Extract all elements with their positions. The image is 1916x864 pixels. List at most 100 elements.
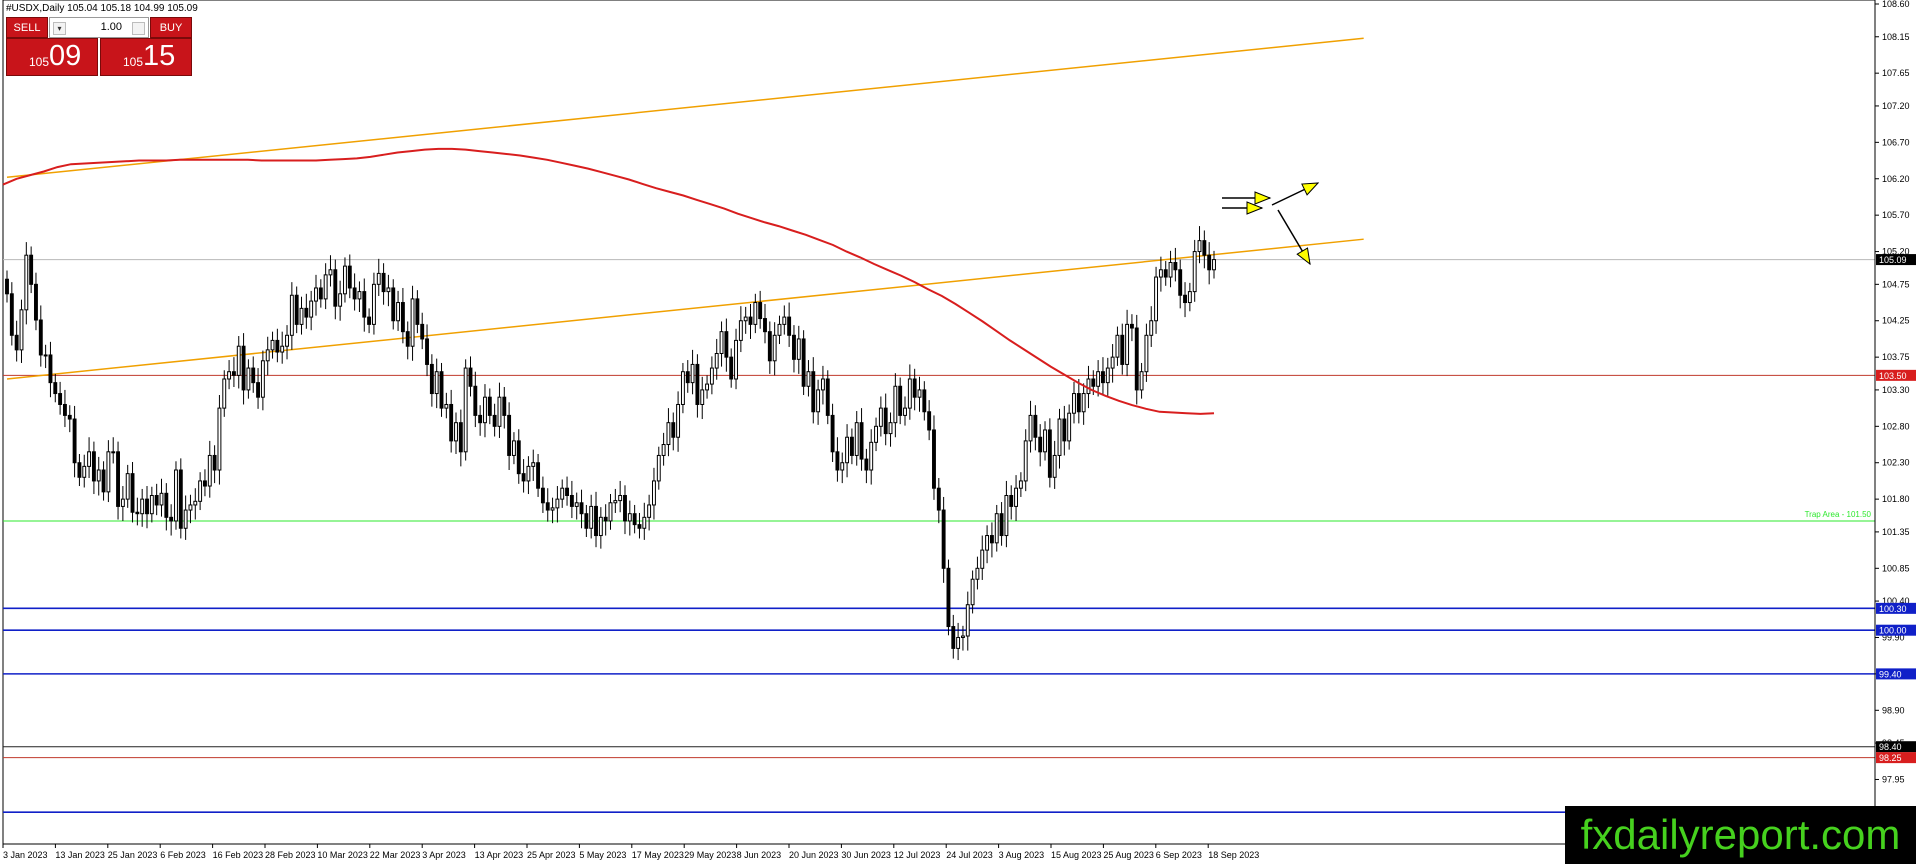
candle-body-down: [439, 371, 444, 409]
candle-body-up: [526, 465, 531, 482]
candle-body-down: [922, 389, 927, 413]
candle-body-up: [753, 302, 758, 325]
candle-body-up: [1125, 323, 1130, 365]
candle-body-down: [801, 338, 806, 387]
price-tick-label: 101.35: [1882, 527, 1910, 537]
candle-body-up: [960, 635, 965, 638]
chevron-down-icon[interactable]: ▾: [53, 22, 66, 35]
candle-body-up: [236, 345, 241, 376]
candle-body-down: [91, 451, 96, 482]
candle-body-down: [912, 378, 917, 398]
sell-price-button[interactable]: 105 09: [6, 38, 98, 76]
candle-body-up: [19, 309, 24, 351]
candle-body-up: [246, 367, 251, 391]
candle-body-up: [309, 300, 314, 318]
candle-body-down: [333, 269, 338, 307]
candle-body-up: [719, 331, 724, 355]
candle-body-up: [985, 535, 990, 551]
candle-body-up: [376, 272, 381, 285]
candle-body-down: [898, 385, 903, 416]
candle-body-down: [294, 294, 299, 325]
candle-body-down: [685, 371, 690, 384]
candle-body-down: [116, 451, 120, 507]
candle-body-up: [560, 487, 565, 500]
candle-body-up: [328, 269, 333, 276]
candle-body-up: [627, 513, 632, 522]
candle-body-down: [425, 338, 429, 365]
candle-body-down: [231, 371, 236, 376]
candle-body-down: [849, 436, 854, 456]
candle-body-down: [507, 414, 512, 456]
price-tick-label: 100.85: [1882, 563, 1910, 573]
lot-size-value[interactable]: 1.00: [101, 21, 122, 33]
candle-body-down: [927, 411, 932, 431]
candle-body-up: [174, 469, 178, 522]
candle-body-up: [816, 389, 821, 413]
candle-body-up: [227, 371, 232, 380]
price-chart[interactable]: 108.60 108.15 107.65 107.20 106.70 106.20 105.…: [0, 0, 1916, 864]
lot-size-field[interactable]: ▾ 1.00: [49, 17, 149, 38]
candle-body-down: [623, 494, 627, 522]
candle-body-down: [478, 414, 483, 424]
candle-body-up: [454, 422, 458, 442]
candle-body-down: [367, 316, 372, 325]
candle-body-down: [164, 492, 169, 518]
candle-body-up: [734, 339, 738, 380]
price-tick-label: 103.30: [1882, 385, 1910, 395]
candle-body-up: [338, 293, 343, 307]
candle-body-up: [1086, 378, 1091, 395]
candle-body-up: [222, 378, 227, 409]
candle-body-up: [1105, 367, 1110, 384]
candle-body-up: [589, 505, 594, 529]
candle-body-down: [241, 345, 246, 391]
candle-body-down: [202, 480, 207, 487]
candle-body-up: [854, 422, 859, 456]
candle-body-down: [671, 422, 676, 438]
candle-body-down: [429, 363, 434, 395]
spinner-icon[interactable]: [132, 22, 145, 35]
candle-body-down: [14, 334, 19, 351]
candle-body-down: [569, 494, 574, 507]
candle-body-down: [1120, 334, 1125, 365]
candle-body-down: [941, 509, 946, 569]
candle-body-up: [188, 504, 193, 511]
candle-body-down: [724, 331, 729, 358]
candle-body-down: [420, 323, 425, 340]
time-tick-label: 10 Mar 2023: [317, 850, 368, 860]
candle-body-up: [193, 500, 198, 506]
candle-body-down: [275, 339, 280, 353]
candle-body-up: [1110, 356, 1115, 369]
level-label-7: 98.25: [1879, 753, 1902, 763]
buy-price-button[interactable]: 105 15: [100, 38, 192, 76]
candle-body-up: [666, 422, 671, 446]
sell-button[interactable]: SELL: [6, 17, 48, 38]
time-tick-label: 18 Sep 2023: [1208, 850, 1259, 860]
candle-body-up: [709, 367, 714, 385]
candle-body-up: [1168, 261, 1173, 278]
candle-body-down: [536, 462, 541, 489]
candle-body-up: [647, 504, 652, 518]
candle-body-up: [106, 451, 111, 493]
candle-body-down: [415, 298, 420, 325]
candle-body-up: [888, 422, 893, 435]
candle-body-down: [951, 626, 956, 649]
candle-body-up: [574, 502, 579, 507]
candle-body-down: [946, 567, 951, 628]
candle-body-down: [251, 367, 256, 384]
buy-button[interactable]: BUY: [150, 17, 192, 38]
candle-body-down: [830, 414, 835, 453]
price-tick-label: 106.70: [1882, 137, 1910, 147]
level-label-0: 105.09: [1879, 255, 1907, 265]
candle-body-up: [265, 349, 270, 362]
candle-body-up: [434, 371, 439, 395]
candle-body-up: [1018, 480, 1023, 489]
candle-body-up: [463, 367, 468, 453]
candle-body-down: [584, 513, 589, 529]
candle-body-up: [1187, 291, 1192, 304]
candle-body-up: [285, 334, 289, 347]
time-tick-label: 5 May 2023: [579, 850, 626, 860]
candle-body-down: [178, 469, 183, 529]
candle: [801, 330, 806, 396]
level-label-5: 99.40: [1879, 669, 1902, 679]
candle-body-up: [314, 287, 318, 302]
